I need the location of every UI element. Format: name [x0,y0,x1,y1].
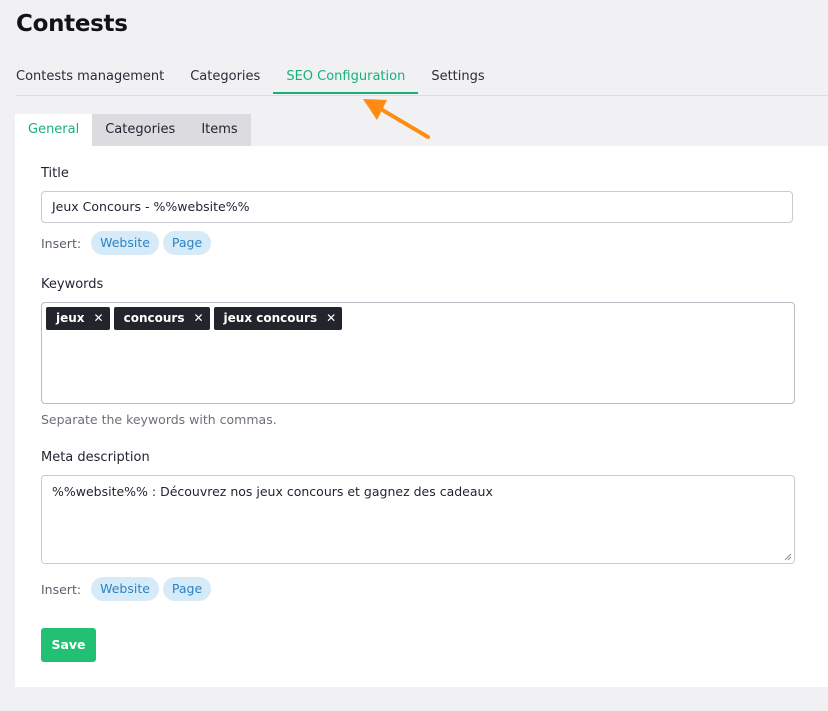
tab-items[interactable]: Items [188,114,251,146]
top-nav: Contests management Categories SEO Confi… [16,68,828,96]
title-input[interactable]: Jeux Concours - %%website%% [41,191,793,223]
meta-description-textarea[interactable]: %%website%% : Découvrez nos jeux concour… [41,475,795,564]
remove-tag-icon[interactable]: ✕ [94,307,104,330]
keywords-help-text: Separate the keywords with commas. [41,412,277,427]
title-insert-page-button[interactable]: Page [162,231,212,255]
meta-description-label: Meta description [41,450,150,465]
meta-description-value: %%website%% : Découvrez nos jeux concour… [52,484,493,499]
keyword-tag-label: jeux [56,311,85,325]
title-label: Title [41,166,69,181]
keyword-tag: jeux ✕ [46,307,110,330]
tab-general[interactable]: General [15,114,93,146]
meta-insert-page-button[interactable]: Page [162,577,212,601]
nav-categories[interactable]: Categories [177,68,273,94]
keyword-tag-label: jeux concours [223,311,318,325]
keyword-tag: concours ✕ [113,307,210,330]
sub-tabs: General Categories Items [15,114,251,146]
seo-general-panel: Title Jeux Concours - %%website%% Insert… [15,146,828,687]
nav-contests-management[interactable]: Contests management [16,68,177,94]
title-insert-website-button[interactable]: Website [91,231,159,255]
save-button[interactable]: Save [41,628,96,662]
nav-seo-configuration[interactable]: SEO Configuration [273,68,419,94]
keyword-tag-label: concours [123,311,185,325]
keywords-label: Keywords [41,277,104,292]
remove-tag-icon[interactable]: ✕ [326,307,336,330]
keywords-input[interactable]: jeux ✕ concours ✕ jeux concours ✕ [41,302,795,404]
tab-categories[interactable]: Categories [92,114,189,146]
keyword-tag: jeux concours ✕ [213,307,343,330]
meta-insert-website-button[interactable]: Website [91,577,159,601]
meta-insert-row: Insert: Website Page [41,577,212,601]
meta-insert-label: Insert: [41,581,82,597]
remove-tag-icon[interactable]: ✕ [193,307,203,330]
title-insert-label: Insert: [41,235,82,251]
annotation-arrow-icon [363,99,430,139]
title-insert-row: Insert: Website Page [41,231,212,255]
resize-grip-icon[interactable] [784,553,792,561]
page-title: Contests [16,11,128,37]
nav-settings[interactable]: Settings [418,68,497,94]
